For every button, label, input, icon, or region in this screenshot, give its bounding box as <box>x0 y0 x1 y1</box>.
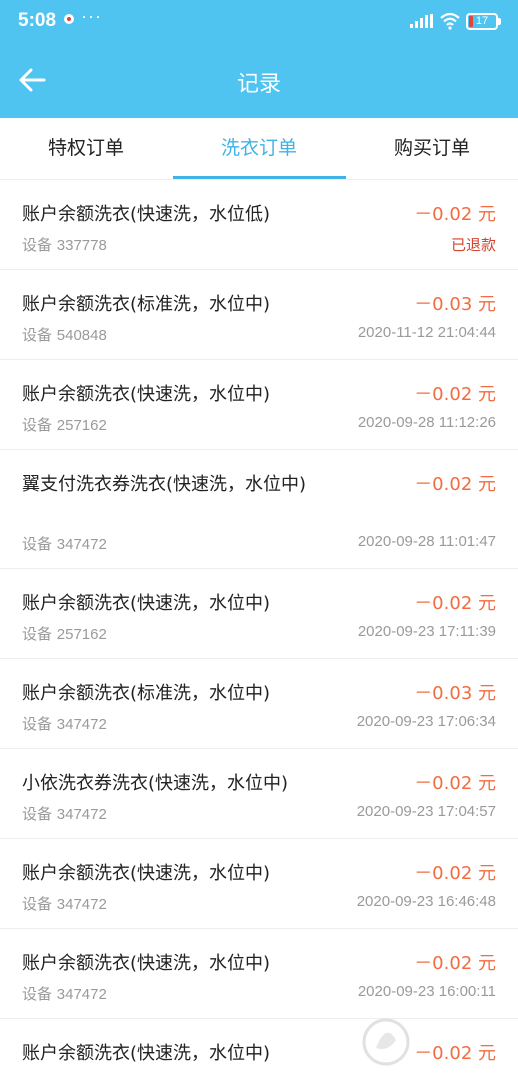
more-notifications-icon: ··· <box>81 6 102 26</box>
order-amount: －0.02 元 <box>414 953 496 974</box>
order-title: 账户余额洗衣(快速洗，水位中) <box>22 863 271 884</box>
device-label: 设备 <box>22 805 57 823</box>
device-label: 设备 <box>22 416 57 434</box>
order-row[interactable]: 小依洗衣券洗衣(快速洗，水位中) －0.02 元设备 347472 2020-09-… <box>0 749 518 839</box>
device-label: 设备 <box>22 985 57 1003</box>
order-timestamp: 2020-09-23 17:04:57 <box>356 803 496 820</box>
order-row[interactable]: 账户余额洗衣(快速洗，水位低) －0.02 元设备 337778 已退款 <box>0 180 518 270</box>
order-device: 设备 347472 <box>22 533 107 554</box>
order-device: 设备 540848 <box>22 324 107 345</box>
tab-privilege-orders[interactable]: 特权订单 <box>0 118 172 180</box>
order-title: 账户余额洗衣(快速洗，水位中) <box>22 953 271 974</box>
battery-level-text: 17 <box>475 15 489 27</box>
order-row[interactable]: 账户余额洗衣(标准洗，水位中) －0.03 元设备 540848 2020-11-1… <box>0 270 518 360</box>
watermark-logo <box>362 1018 410 1066</box>
order-device: 设备 347472 <box>22 983 107 1004</box>
tab-laundry-orders[interactable]: 洗衣订单 <box>173 118 345 180</box>
order-timestamp: 2020-11-12 21:04:44 <box>357 324 496 341</box>
refund-status: 已退款 <box>450 236 496 254</box>
order-timestamp: 2020-09-28 11:12:26 <box>357 414 496 431</box>
battery-level-fill <box>469 16 473 27</box>
order-device: 设备 347472 <box>22 893 107 914</box>
order-title: 账户余额洗衣(快速洗，水位中) <box>22 593 271 614</box>
order-row[interactable]: 账户余额洗衣(快速洗，水位中) －0.02 元设备 257162 2020-09-2… <box>0 360 518 450</box>
order-amount: －0.02 元 <box>414 204 496 225</box>
order-amount: －0.03 元 <box>414 294 496 315</box>
order-device: 设备 257162 <box>22 414 107 435</box>
order-amount: －0.02 元 <box>414 863 496 884</box>
order-list: 账户余额洗衣(快速洗，水位低) －0.02 元设备 337778 已退款 账户余额洗衣… <box>0 180 518 1080</box>
order-amount: －0.02 元 <box>414 474 496 495</box>
order-title: 账户余额洗衣(快速洗，水位中) <box>22 384 271 405</box>
order-timestamp: 2020-09-23 17:06:34 <box>356 713 496 730</box>
order-row[interactable]: 账户余额洗衣(标准洗，水位中) －0.03 元设备 347472 2020-09-2… <box>0 659 518 749</box>
device-label: 设备 <box>22 715 57 733</box>
device-number: 337778 <box>56 237 107 254</box>
order-row[interactable]: 账户余额洗衣(快速洗，水位中) －0.02 元设备 347472 2020-09-2… <box>0 929 518 1019</box>
order-amount: －0.03 元 <box>414 683 496 704</box>
order-row[interactable]: 翼支付洗衣券洗衣(快速洗，水位中) －0.02 元设备 347472 2020-09… <box>0 450 518 569</box>
order-device: 设备 347472 <box>22 803 107 824</box>
order-title: 小依洗衣券洗衣(快速洗，水位中) <box>22 773 289 794</box>
device-number: 347472 <box>56 536 107 553</box>
order-timestamp: 2020-09-23 16:00:11 <box>357 983 496 1000</box>
order-title: 账户余额洗衣(标准洗，水位中) <box>22 294 271 315</box>
device-label: 设备 <box>22 236 57 254</box>
active-tab-indicator <box>173 176 346 179</box>
device-number: 347472 <box>56 806 107 823</box>
device-label: 设备 <box>22 326 57 344</box>
device-label: 设备 <box>22 625 57 643</box>
device-number: 347472 <box>56 896 107 913</box>
order-amount: －0.02 元 <box>414 773 496 794</box>
device-label: 设备 <box>22 895 57 913</box>
status-time: 5:08 <box>18 10 57 31</box>
order-title: 账户余额洗衣(快速洗，水位低) <box>22 204 271 225</box>
page-title: 记录 <box>236 72 281 97</box>
order-timestamp: 2020-09-28 11:01:47 <box>357 533 496 550</box>
order-row[interactable]: 账户余额洗衣(快速洗，水位中) －0.02 元设备 347472 2020-09-2… <box>0 839 518 929</box>
order-timestamp: 2020-09-23 16:46:48 <box>356 893 496 910</box>
order-row[interactable]: 账户余额洗衣(快速洗，水位中) －0.02 元设备 257162 2020-09-2… <box>0 569 518 659</box>
tab-purchase-orders[interactable]: 购买订单 <box>346 118 518 180</box>
signal-icon <box>410 14 433 28</box>
order-title: 账户余额洗衣(标准洗，水位中) <box>22 683 271 704</box>
device-number: 347472 <box>56 716 107 733</box>
order-device: 设备 347472 <box>22 713 107 734</box>
wifi-icon <box>440 12 460 30</box>
order-device: 设备 337778 <box>22 234 107 255</box>
order-tabs: 特权订单 洗衣订单 购买订单 <box>0 118 518 180</box>
device-number: 540848 <box>56 327 107 344</box>
device-number: 347472 <box>56 986 107 1003</box>
order-title: 翼支付洗衣券洗衣(快速洗，水位中) <box>22 474 307 495</box>
order-title: 账户余额洗衣(快速洗，水位中) <box>22 1043 271 1064</box>
status-bar: 5:08 ··· 17 <box>0 0 518 44</box>
device-number: 257162 <box>56 626 107 643</box>
order-amount: －0.02 元 <box>414 593 496 614</box>
order-timestamp: 2020-09-23 17:11:39 <box>357 623 496 640</box>
notification-icon <box>64 14 74 24</box>
battery-icon: 17 <box>466 13 501 30</box>
order-device: 设备 257162 <box>22 623 107 644</box>
device-number: 257162 <box>56 417 107 434</box>
device-label: 设备 <box>22 535 57 553</box>
order-amount: －0.02 元 <box>414 384 496 405</box>
header-bar: 记录 <box>0 44 518 118</box>
